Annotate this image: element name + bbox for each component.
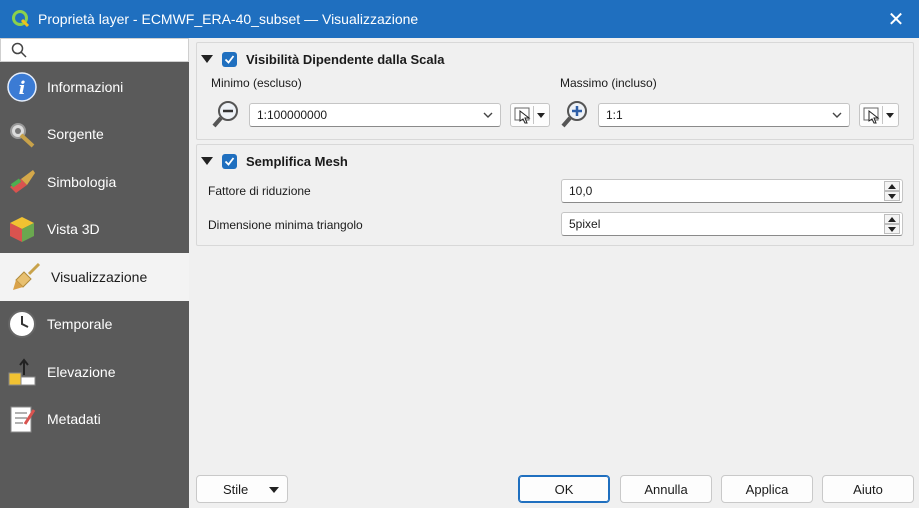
- dropdown-arrow-icon: [269, 487, 279, 493]
- sidebar-item-label: Informazioni: [47, 78, 124, 95]
- spin-up-icon[interactable]: [884, 181, 900, 191]
- spin-up-icon[interactable]: [884, 214, 900, 224]
- reduction-factor-value: 10,0: [569, 184, 593, 198]
- sidebar-item-label: Vista 3D: [47, 221, 100, 238]
- max-set-to-map-scale-button[interactable]: [859, 103, 899, 127]
- min-scale-combo[interactable]: 1:100000000: [249, 103, 501, 127]
- min-triangle-size-spinbox[interactable]: 5pixel: [561, 212, 903, 236]
- scale-visibility-group: Visibilità Dipendente dalla Scala Minimo…: [196, 42, 914, 140]
- min-triangle-size-value: 5pixel: [569, 217, 601, 231]
- symbology-brush-icon: [6, 166, 38, 198]
- simplify-mesh-checkbox[interactable]: [222, 153, 237, 169]
- checkmark-icon: [224, 156, 235, 166]
- collapse-arrow-icon[interactable]: [201, 157, 213, 165]
- sidebar-nav: i Informazioni Sorgente Simbologia Vista…: [0, 63, 189, 443]
- sidebar-item-sorgente[interactable]: Sorgente: [0, 111, 189, 159]
- spin-down-icon[interactable]: [884, 224, 900, 234]
- dropdown-arrow-icon[interactable]: [886, 113, 894, 118]
- sidebar-item-informazioni[interactable]: i Informazioni: [0, 63, 189, 111]
- info-icon: i: [6, 71, 38, 103]
- zoom-in-icon: [561, 101, 587, 128]
- style-menu-button[interactable]: Stile: [196, 475, 288, 503]
- max-scale-label: Massimo (incluso): [560, 76, 657, 90]
- source-wrench-icon: [6, 118, 38, 150]
- sidebar-item-simbologia[interactable]: Simbologia: [0, 158, 189, 206]
- collapse-arrow-icon[interactable]: [201, 55, 213, 63]
- min-triangle-size-label: Dimensione minima triangolo: [208, 218, 363, 232]
- min-scale-value: 1:100000000: [257, 108, 328, 122]
- spin-arrows: [884, 181, 900, 201]
- elevation-icon: [6, 356, 38, 388]
- close-icon[interactable]: ✕: [873, 0, 919, 38]
- sidebar-item-label: Sorgente: [47, 126, 104, 143]
- sidebar-item-metadati[interactable]: Metadati: [0, 396, 189, 444]
- map-canvas-cursor-icon: [514, 107, 531, 124]
- simplify-mesh-title: Semplifica Mesh: [246, 153, 348, 169]
- max-scale-combo[interactable]: 1:1: [598, 103, 850, 127]
- sidebar-item-elevazione[interactable]: Elevazione: [0, 348, 189, 396]
- simplify-mesh-header[interactable]: Semplifica Mesh: [197, 145, 913, 177]
- svg-text:i: i: [19, 78, 26, 99]
- paintbrush-icon: [10, 261, 42, 293]
- sidebar-item-label: Elevazione: [47, 363, 116, 380]
- scale-visibility-checkbox[interactable]: [222, 51, 237, 67]
- checkmark-icon: [224, 54, 235, 64]
- apply-button[interactable]: Applica: [721, 475, 813, 503]
- min-set-to-map-scale-button[interactable]: [510, 103, 550, 127]
- window-title: Proprietà layer - ECMWF_ERA-40_subset — …: [38, 11, 419, 27]
- main-panel: Visibilità Dipendente dalla Scala Minimo…: [194, 38, 915, 458]
- reduction-factor-label: Fattore di riduzione: [208, 184, 311, 198]
- chevron-down-icon: [483, 112, 493, 118]
- max-scale-value: 1:1: [606, 108, 623, 122]
- sidebar-item-label: Temporale: [47, 316, 113, 333]
- metadata-notepad-icon: [6, 403, 38, 435]
- scale-visibility-title: Visibilità Dipendente dalla Scala: [246, 51, 445, 67]
- scale-visibility-header[interactable]: Visibilità Dipendente dalla Scala: [197, 43, 913, 75]
- qgis-logo-icon: [12, 10, 30, 28]
- spin-down-icon[interactable]: [884, 191, 900, 201]
- reduction-factor-spinbox[interactable]: 10,0: [561, 179, 903, 203]
- style-button-label: Stile: [223, 481, 249, 497]
- cube-3d-icon: [6, 213, 38, 245]
- sidebar: i Informazioni Sorgente Simbologia Vista…: [0, 38, 189, 508]
- sidebar-item-label: Simbologia: [47, 173, 117, 190]
- search-icon: [11, 42, 27, 58]
- chevron-down-icon: [832, 112, 842, 118]
- help-button[interactable]: Aiuto: [822, 475, 914, 503]
- search-input[interactable]: [0, 38, 189, 62]
- map-canvas-cursor-icon: [863, 107, 880, 124]
- zoom-out-icon: [212, 101, 238, 128]
- spin-arrows: [884, 214, 900, 234]
- sidebar-item-vista-3d[interactable]: Vista 3D: [0, 206, 189, 254]
- split-divider: [882, 106, 883, 124]
- split-divider: [533, 106, 534, 124]
- ok-button[interactable]: OK: [518, 475, 610, 503]
- sidebar-item-label: Metadati: [47, 411, 101, 428]
- title-bar: Proprietà layer - ECMWF_ERA-40_subset — …: [0, 0, 919, 38]
- sidebar-item-visualizzazione[interactable]: Visualizzazione: [0, 253, 189, 301]
- min-scale-label: Minimo (escluso): [211, 76, 302, 90]
- cancel-button[interactable]: Annulla: [620, 475, 712, 503]
- simplify-mesh-group: Semplifica Mesh Fattore di riduzione 10,…: [196, 144, 914, 246]
- sidebar-item-label: Visualizzazione: [51, 268, 148, 285]
- dropdown-arrow-icon[interactable]: [537, 113, 545, 118]
- sidebar-item-temporale[interactable]: Temporale: [0, 301, 189, 349]
- clock-icon: [6, 308, 38, 340]
